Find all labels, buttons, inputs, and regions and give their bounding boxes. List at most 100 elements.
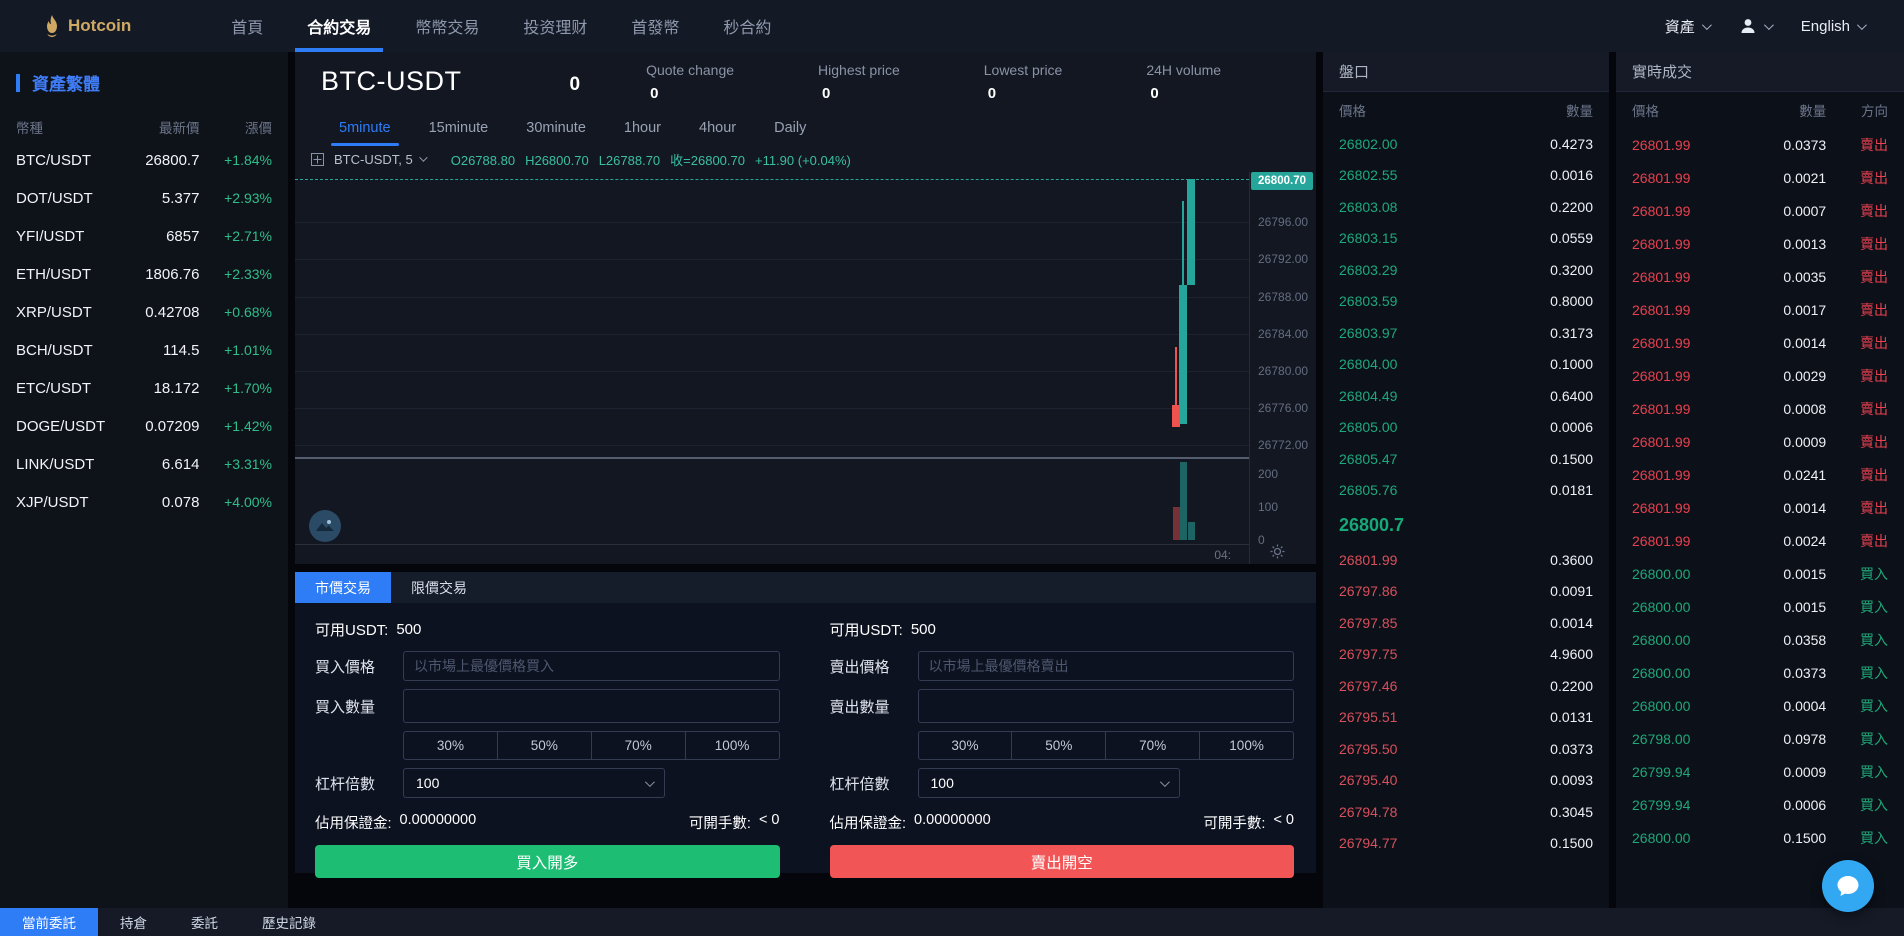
ask-row[interactable]: 26803.290.3200 <box>1323 254 1609 286</box>
trade-price: 26801.99 <box>1632 170 1738 186</box>
bid-row[interactable]: 26794.780.3045 <box>1323 796 1609 828</box>
asset-row[interactable]: XRP/USDT0.42708+0.68% <box>16 293 272 331</box>
nav-item-秒合約[interactable]: 秒合約 <box>701 0 793 52</box>
ask-row[interactable]: 26804.000.1000 <box>1323 349 1609 381</box>
sell-percent-100%[interactable]: 100% <box>1199 731 1294 760</box>
bottom-tab-持倉[interactable]: 持倉 <box>98 908 169 936</box>
candlestick-plot: 04: <box>295 172 1250 564</box>
chart-symbol-dropdown[interactable]: BTC-USDT, 5 <box>334 152 425 167</box>
nav-item-首頁[interactable]: 首頁 <box>209 0 285 52</box>
bid-row[interactable]: 26794.770.1500 <box>1323 828 1609 860</box>
ask-row[interactable]: 26804.490.6400 <box>1323 380 1609 412</box>
timeframe-30minute[interactable]: 30minute <box>526 110 586 146</box>
sell-open-short-button[interactable]: 賣出開空 <box>830 845 1295 878</box>
asset-row[interactable]: ETH/USDT1806.76+2.33% <box>16 255 272 293</box>
ask-qty: 0.2200 <box>1466 199 1593 215</box>
sell-price-input[interactable] <box>918 651 1295 681</box>
asset-row[interactable]: XJP/USDT0.078+4.00% <box>16 483 272 521</box>
sell-percent-30%[interactable]: 30% <box>918 731 1013 760</box>
assets-menu[interactable]: 資產 <box>1665 16 1709 37</box>
bid-row[interactable]: 26795.400.0093 <box>1323 765 1609 797</box>
asset-row[interactable]: DOGE/USDT0.07209+1.42% <box>16 407 272 445</box>
sell-percent-50%[interactable]: 50% <box>1011 731 1106 760</box>
timeframe-4hour[interactable]: 4hour <box>699 110 736 146</box>
brand-logo[interactable]: Hotcoin <box>44 0 131 52</box>
bottom-tab-委託[interactable]: 委託 <box>169 908 240 936</box>
asset-row[interactable]: BCH/USDT114.5+1.01% <box>16 331 272 369</box>
sell-leverage-select[interactable]: 100 <box>918 768 1180 798</box>
bid-row[interactable]: 26795.500.0373 <box>1323 733 1609 765</box>
user-menu[interactable] <box>1739 17 1771 35</box>
grid-line <box>295 371 1249 372</box>
ask-row[interactable]: 26805.470.1500 <box>1323 443 1609 475</box>
asset-price: 6857 <box>114 228 199 245</box>
timeframe-1hour[interactable]: 1hour <box>624 110 661 146</box>
bottom-tab-歷史記錄[interactable]: 歷史記錄 <box>240 908 338 936</box>
asset-row[interactable]: YFI/USDT6857+2.71% <box>16 217 272 255</box>
trade-qty: 0.0358 <box>1738 632 1826 648</box>
bid-row[interactable]: 26795.510.0131 <box>1323 702 1609 734</box>
asset-row[interactable]: DOT/USDT5.377+2.93% <box>16 179 272 217</box>
ask-row[interactable]: 26803.150.0559 <box>1323 223 1609 255</box>
trade-row: 26801.990.0007賣出 <box>1616 194 1904 227</box>
sell-qty-label: 賣出數量 <box>830 696 918 717</box>
bottom-tab-當前委託[interactable]: 當前委託 <box>0 908 98 936</box>
nav-item-幣幣交易[interactable]: 幣幣交易 <box>393 0 501 52</box>
timeframe-tabs: 5minute 15minute 30minute 1hour 4hour Daily <box>295 110 1316 146</box>
chat-support-button[interactable] <box>1822 860 1874 912</box>
asset-pair: ETH/USDT <box>16 266 114 283</box>
ask-row[interactable]: 26803.590.8000 <box>1323 286 1609 318</box>
ask-row[interactable]: 26803.080.2200 <box>1323 191 1609 223</box>
stat-label: 24H volume <box>1146 62 1221 78</box>
nav-item-首發幣[interactable]: 首發幣 <box>609 0 701 52</box>
nav-item-投资理财[interactable]: 投资理财 <box>501 0 609 52</box>
asset-row[interactable]: LINK/USDT6.614+3.31% <box>16 445 272 483</box>
sell-percent-70%[interactable]: 70% <box>1105 731 1200 760</box>
ask-row[interactable]: 26805.760.0181 <box>1323 475 1609 507</box>
asset-row[interactable]: ETC/USDT18.172+1.70% <box>16 369 272 407</box>
trade-qty: 0.0015 <box>1738 566 1826 582</box>
trade-side: 賣出 <box>1826 135 1888 155</box>
ask-row[interactable]: 26803.970.3173 <box>1323 317 1609 349</box>
asset-change: +3.31% <box>199 456 272 472</box>
buy-open-long-button[interactable]: 買入開多 <box>315 845 780 878</box>
bid-qty: 0.1500 <box>1466 835 1593 851</box>
bid-price: 26797.86 <box>1339 583 1466 599</box>
language-menu[interactable]: English <box>1801 18 1864 35</box>
bid-row[interactable]: 26797.460.2200 <box>1323 670 1609 702</box>
trade-qty: 0.0021 <box>1738 170 1826 186</box>
sell-qty-input[interactable] <box>918 689 1295 723</box>
ask-qty: 0.6400 <box>1466 388 1593 404</box>
buy-percent-100%[interactable]: 100% <box>685 731 780 760</box>
ask-row[interactable]: 26802.000.4273 <box>1323 128 1609 160</box>
ask-row[interactable]: 26802.550.0016 <box>1323 160 1609 192</box>
compare-symbol-icon[interactable] <box>311 153 324 166</box>
trade-qty: 0.0009 <box>1738 764 1826 780</box>
trade-row: 26800.000.0015買入 <box>1616 590 1904 623</box>
nav-item-合約交易[interactable]: 合約交易 <box>285 0 393 52</box>
buy-price-input[interactable] <box>403 651 780 681</box>
ask-row[interactable]: 26805.000.0006 <box>1323 412 1609 444</box>
chart-settings-icon[interactable] <box>1270 544 1285 562</box>
bid-row[interactable]: 26797.860.0091 <box>1323 576 1609 608</box>
bid-row[interactable]: 26797.754.9600 <box>1323 639 1609 671</box>
trade-side: 買入 <box>1826 795 1888 815</box>
trade-tab-限價交易[interactable]: 限價交易 <box>391 572 487 603</box>
bid-qty: 0.3045 <box>1466 804 1593 820</box>
timeframe-Daily[interactable]: Daily <box>774 110 806 146</box>
buy-percent-50%[interactable]: 50% <box>497 731 592 760</box>
bid-qty: 0.3600 <box>1466 552 1593 568</box>
asset-price: 0.42708 <box>114 304 199 321</box>
bid-row[interactable]: 26801.990.3600 <box>1323 544 1609 576</box>
buy-leverage-select[interactable]: 100 <box>403 768 665 798</box>
bid-row[interactable]: 26797.850.0014 <box>1323 607 1609 639</box>
timeframe-5minute[interactable]: 5minute <box>339 110 391 146</box>
trade-tab-市價交易[interactable]: 市價交易 <box>295 572 391 603</box>
buy-percent-30%[interactable]: 30% <box>403 731 498 760</box>
grid-line <box>295 408 1249 409</box>
timeframe-15minute[interactable]: 15minute <box>429 110 489 146</box>
asset-row[interactable]: BTC/USDT26800.7+1.84% <box>16 141 272 179</box>
ask-qty: 0.4273 <box>1466 136 1593 152</box>
buy-qty-input[interactable] <box>403 689 780 723</box>
buy-percent-70%[interactable]: 70% <box>591 731 686 760</box>
